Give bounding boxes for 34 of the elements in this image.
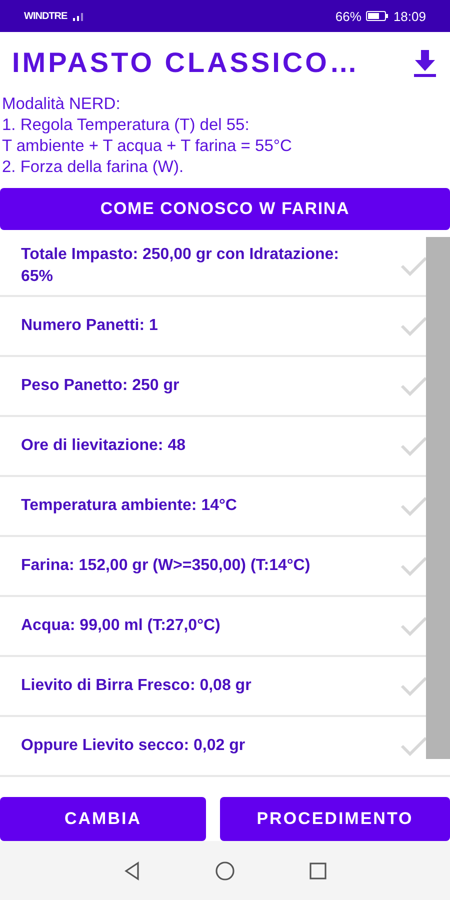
battery-percent: 66% [335, 8, 362, 24]
back-icon[interactable] [123, 860, 141, 880]
ingredient-text: Farina: 152,00 gr (W>=350,00) (T:14°C) [21, 556, 312, 576]
info-line: 1. Regola Temperatura (T) del 55: [2, 115, 250, 136]
checkmark-icon[interactable] [400, 375, 428, 397]
checkmark-icon[interactable] [400, 675, 428, 697]
checkmark-icon[interactable] [400, 255, 428, 277]
ingredient-text: Peso Panetto: 250 gr [21, 376, 180, 396]
recipe-title: IMPASTO CLASSICO… [12, 47, 361, 79]
checkmark-icon[interactable] [400, 495, 428, 517]
ingredient-text: Oppure Lievito secco: 0,02 gr [21, 736, 246, 756]
ingredient-text: Numero Panetti: 1 [21, 316, 159, 336]
flour-strength-button[interactable]: COME CONOSCO W FARINA [0, 188, 450, 230]
checkmark-icon[interactable] [400, 555, 428, 577]
ingredient-text: Acqua: 99,00 ml (T:27,0°C) [21, 616, 222, 636]
action-button[interactable]: PROCEDIMENTO [220, 797, 450, 841]
info-line: Modalità NERD: [2, 94, 122, 115]
checkmark-icon[interactable] [400, 735, 428, 757]
battery-icon [366, 11, 388, 21]
ingredient-text: Temperatura ambiente: 14°C [21, 496, 238, 516]
ingredient-text: Lievito di Birra Fresco: 0,08 gr [21, 676, 252, 696]
info-line: 2. Forza della farina (W). [2, 157, 185, 178]
ingredient-text: Ore di lievitazione: 48 [21, 436, 186, 456]
carrier-name: WINDTRE [24, 10, 68, 22]
checkmark-icon[interactable] [400, 435, 428, 457]
recents-icon[interactable] [309, 862, 327, 880]
clock-time: 18:09 [393, 8, 426, 24]
checkmark-icon[interactable] [400, 315, 428, 337]
checkmark-icon[interactable] [400, 615, 428, 637]
info-line: T ambiente + T acqua + T farina = 55°C [2, 136, 293, 157]
home-icon[interactable] [215, 860, 235, 880]
ingredient-text: Totale Impasto: 250,00 gr con Idratazione: 65% [21, 245, 340, 287]
scrollbar[interactable] [426, 237, 450, 759]
action-button[interactable]: CAMBIA [0, 797, 206, 841]
